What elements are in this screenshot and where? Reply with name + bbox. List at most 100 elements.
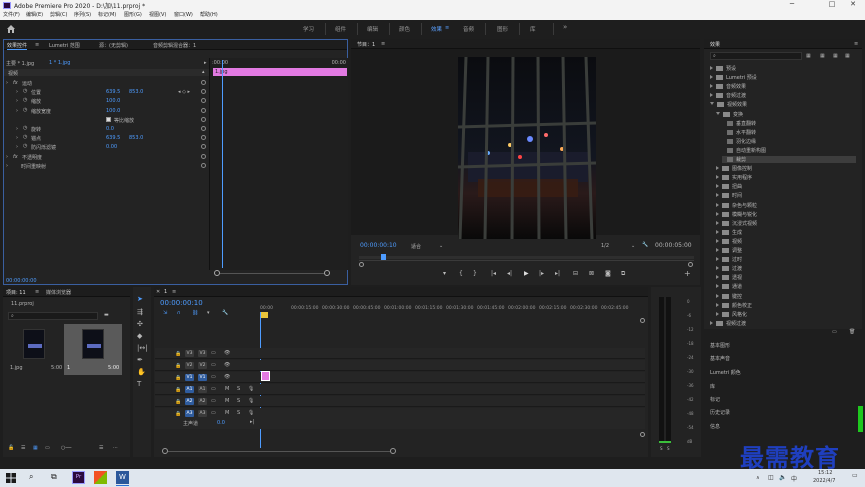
- effect-bin[interactable]: 扭曲: [716, 183, 742, 190]
- effects-panel-title[interactable]: 效果: [710, 41, 720, 48]
- project-more-icon[interactable]: ⋯: [113, 445, 118, 451]
- effect-bin[interactable]: 杂色与颗粒: [716, 202, 757, 209]
- effects-panel-scrollbar[interactable]: [858, 406, 863, 432]
- notification-icon[interactable]: ▭: [852, 472, 858, 479]
- effect-bin[interactable]: 视频效果: [710, 101, 747, 108]
- effect-controls-mini-timeline[interactable]: :00:00 00:00 1.jpg: [209, 58, 348, 270]
- track-row-v1[interactable]: 🔒 V1 V1 ▭ 👁: [155, 372, 645, 383]
- toggle-output-eye-icon[interactable]: 👁: [224, 362, 230, 368]
- microphone-icon[interactable]: 🎙: [248, 386, 254, 392]
- microphone-icon[interactable]: 🎙: [248, 398, 254, 404]
- sync-lock-icon[interactable]: ▭: [211, 386, 216, 392]
- effect-bin[interactable]: Lumetri 预设: [710, 74, 757, 81]
- reset-parameter-icon[interactable]: [201, 135, 206, 141]
- keyframe-nav-icon[interactable]: ◂ ◇ ▸: [178, 89, 190, 95]
- tab-audio-clip-mixer[interactable]: 音频剪辑混合器：1: [153, 42, 196, 49]
- stopwatch-icon[interactable]: ◷: [23, 143, 27, 149]
- track-target-button[interactable]: V3: [185, 350, 194, 357]
- effect-bin[interactable]: 过时: [716, 256, 742, 263]
- app-taskbar-icon[interactable]: [94, 471, 107, 484]
- track-source-button[interactable]: A2: [198, 398, 207, 405]
- tab-source[interactable]: 源：(无剪辑): [99, 42, 128, 49]
- new-bin-from-search-icon[interactable]: ▬: [104, 312, 109, 318]
- effect-property-row[interactable]: › 时间重映射: [4, 162, 209, 170]
- effect-controls-menu-icon[interactable]: ≡: [35, 42, 39, 48]
- icon-view-icon[interactable]: ▦: [33, 445, 38, 451]
- speaker-icon[interactable]: 🔈: [779, 474, 786, 481]
- project-item[interactable]: 1.jpg 5:00: [9, 325, 63, 375]
- effect-bin[interactable]: 预设: [710, 65, 736, 72]
- toggle-output-eye-icon[interactable]: 👁: [224, 350, 230, 356]
- timeline-clip[interactable]: [261, 371, 270, 381]
- panel-lumetri-color[interactable]: Lumetri 颜色: [710, 369, 741, 376]
- workspace-tab-assembly[interactable]: 组件: [335, 25, 346, 33]
- sync-lock-icon[interactable]: ▭: [211, 398, 216, 404]
- program-scrub-bar[interactable]: [359, 254, 694, 260]
- quality-dropdown-chevron-icon[interactable]: ⌄: [631, 243, 635, 249]
- reset-parameter-icon[interactable]: [201, 126, 206, 131]
- effect-bin[interactable]: 音频过渡: [710, 92, 746, 99]
- panel-essential-sound[interactable]: 基本声音: [710, 355, 730, 362]
- effect-bin[interactable]: 实用程序: [716, 174, 752, 181]
- expand-arrow-icon[interactable]: ▸: [204, 60, 207, 66]
- track-scroll-bottom[interactable]: [640, 432, 645, 437]
- program-zoom-right[interactable]: [688, 262, 693, 267]
- effect-property-value-1[interactable]: 100.0: [106, 98, 120, 104]
- program-monitor-viewer[interactable]: [351, 49, 700, 239]
- track-source-button[interactable]: V2: [198, 362, 207, 369]
- menu-clip[interactable]: 剪辑(C): [50, 11, 67, 18]
- program-timecode[interactable]: 00:00:00:10: [360, 242, 397, 249]
- effect-property-row[interactable]: › fx 不透明度: [4, 153, 209, 161]
- add-marker-timeline-icon[interactable]: ▾: [207, 310, 210, 316]
- accelerated-effects-icon[interactable]: ▦: [806, 53, 811, 59]
- clip-path-label[interactable]: 主要 * 1.jpg: [6, 60, 34, 67]
- workspace-menu-icon[interactable]: ≡: [445, 25, 449, 31]
- panel-libraries[interactable]: 库: [710, 383, 715, 390]
- timeline-timecode[interactable]: 00:00:00:10: [160, 299, 203, 307]
- stopwatch-icon[interactable]: ◷: [23, 134, 27, 140]
- razor-tool-icon[interactable]: ◆: [137, 332, 142, 340]
- track-target-button[interactable]: A3: [185, 410, 194, 417]
- workspace-tab-graphics[interactable]: 图形: [497, 25, 508, 33]
- workspace-tab-libraries[interactable]: 库: [530, 25, 536, 33]
- extract-icon[interactable]: ⊠: [589, 270, 594, 277]
- tab-project[interactable]: 项目: 11: [6, 289, 26, 296]
- solo-right-button[interactable]: S: [667, 446, 670, 451]
- clip-link[interactable]: 1 * 1.jpg: [49, 60, 70, 66]
- stopwatch-icon[interactable]: ◷: [23, 107, 27, 113]
- tab-lumetri-scopes[interactable]: Lumetri 范围: [49, 42, 80, 49]
- ripple-edit-tool-icon[interactable]: ✣: [137, 320, 143, 328]
- mute-button[interactable]: M: [225, 410, 229, 416]
- button-editor-button[interactable]: +: [684, 269, 691, 278]
- solo-left-button[interactable]: S: [660, 446, 663, 451]
- mark-in-icon[interactable]: {: [459, 270, 463, 277]
- effect-bin[interactable]: 通道: [716, 283, 742, 290]
- effect-bin[interactable]: 风格化: [716, 311, 747, 318]
- mini-timeline-clip[interactable]: 1.jpg: [213, 68, 347, 76]
- export-frame-icon[interactable]: ◙: [605, 270, 611, 277]
- tray-up-icon[interactable]: ∧: [756, 475, 760, 481]
- sync-lock-icon[interactable]: ▭: [211, 362, 216, 368]
- track-lock-icon[interactable]: 🔒: [175, 411, 181, 417]
- effect-bin[interactable]: 颜色校正: [716, 302, 752, 309]
- project-panel-menu-icon[interactable]: ≡: [35, 289, 39, 295]
- panel-markers[interactable]: 标记: [710, 396, 720, 403]
- close-button[interactable]: ✕: [843, 0, 863, 11]
- effect-item[interactable]: 羽化边缘: [722, 138, 756, 145]
- sync-lock-icon[interactable]: ▭: [211, 350, 216, 356]
- selection-tool-icon[interactable]: ➤: [137, 295, 143, 303]
- new-bin-icon[interactable]: ▭: [832, 329, 837, 335]
- timeline-close-button[interactable]: ✕: [156, 289, 160, 295]
- program-monitor-title[interactable]: 节目：1: [357, 41, 375, 48]
- expand-toggle-icon[interactable]: ›: [16, 144, 18, 150]
- stopwatch-icon[interactable]: ◷: [23, 125, 27, 131]
- track-scroll-top[interactable]: [640, 318, 645, 323]
- reset-parameter-icon[interactable]: [201, 153, 206, 159]
- effect-property-value-2[interactable]: 853.0: [129, 89, 143, 95]
- expand-toggle-icon[interactable]: ›: [6, 80, 8, 86]
- lift-icon[interactable]: ⊟: [573, 270, 578, 277]
- effect-property-value-1[interactable]: 639.5: [106, 135, 120, 141]
- search-icon[interactable]: ⌕: [29, 472, 33, 482]
- track-lock-icon[interactable]: 🔒: [175, 375, 181, 381]
- track-source-button[interactable]: V3: [198, 350, 207, 357]
